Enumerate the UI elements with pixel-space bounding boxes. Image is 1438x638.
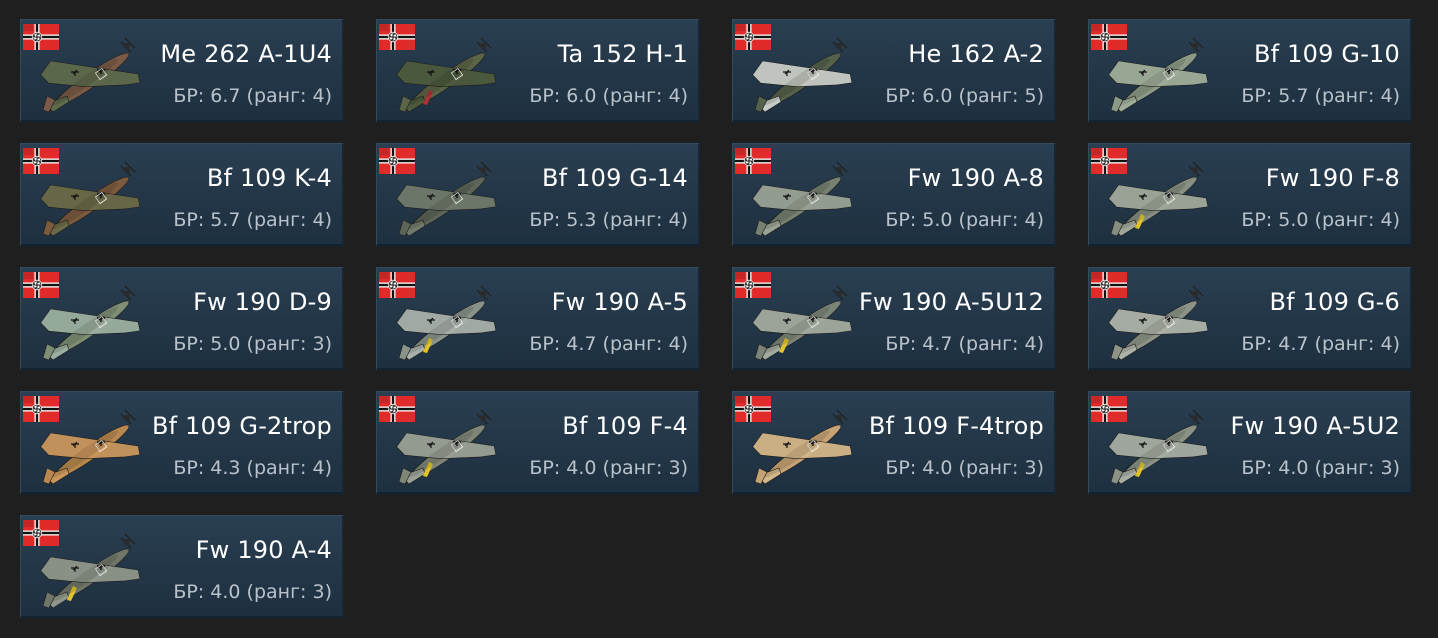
vehicle-name: He 162 A-2	[908, 40, 1044, 68]
vehicle-card[interactable]: Ta 152 H-1 БР: 6.0 (ранг: 4)	[376, 19, 700, 123]
germany-flag-icon	[23, 24, 59, 50]
vehicle-card[interactable]: Fw 190 A-4 БР: 4.0 (ранг: 3)	[20, 515, 344, 619]
vehicle-battle-rating: БР: 4.3 (ранг: 4)	[173, 457, 332, 479]
vehicle-battle-rating: БР: 4.0 (ранг: 3)	[1241, 457, 1400, 479]
vehicle-battle-rating: БР: 4.0 (ранг: 3)	[529, 457, 688, 479]
vehicle-battle-rating: БР: 6.0 (ранг: 5)	[885, 85, 1044, 107]
vehicle-battle-rating: БР: 5.3 (ранг: 4)	[529, 209, 688, 231]
germany-flag-icon	[23, 272, 59, 298]
vehicle-name: Fw 190 A-4	[195, 536, 332, 564]
vehicle-name: Bf 109 G-2trop	[152, 412, 332, 440]
vehicle-card[interactable]: Bf 109 F-4 БР: 4.0 (ранг: 3)	[376, 391, 700, 495]
vehicle-name: Bf 109 F-4trop	[868, 412, 1044, 440]
vehicle-name: Me 262 A-1U4	[160, 40, 332, 68]
vehicle-battle-rating: БР: 6.0 (ранг: 4)	[529, 85, 688, 107]
vehicle-name: Fw 190 F-8	[1265, 164, 1400, 192]
germany-flag-icon	[23, 396, 59, 422]
germany-flag-icon	[23, 148, 59, 174]
vehicle-name: Fw 190 A-5	[551, 288, 688, 316]
vehicle-battle-rating: БР: 5.0 (ранг: 4)	[885, 209, 1044, 231]
vehicle-card[interactable]: Bf 109 G-14 БР: 5.3 (ранг: 4)	[376, 143, 700, 247]
vehicle-battle-rating: БР: 4.7 (ранг: 4)	[885, 333, 1044, 355]
germany-flag-icon	[1091, 396, 1127, 422]
vehicle-card[interactable]: Fw 190 A-5U12 БР: 4.7 (ранг: 4)	[732, 267, 1056, 371]
vehicle-name: Ta 152 H-1	[557, 40, 688, 68]
vehicle-card[interactable]: Fw 190 F-8 БР: 5.0 (ранг: 4)	[1088, 143, 1412, 247]
germany-flag-icon	[735, 24, 771, 50]
germany-flag-icon	[1091, 148, 1127, 174]
vehicle-name: Fw 190 A-5U12	[858, 288, 1044, 316]
vehicle-name: Fw 190 A-5U2	[1230, 412, 1400, 440]
vehicle-card[interactable]: Bf 109 G-2trop БР: 4.3 (ранг: 4)	[20, 391, 344, 495]
vehicle-card[interactable]: Bf 109 G-6 БР: 4.7 (ранг: 4)	[1088, 267, 1412, 371]
germany-flag-icon	[379, 24, 415, 50]
vehicle-card[interactable]: Fw 190 A-5 БР: 4.7 (ранг: 4)	[376, 267, 700, 371]
vehicle-battle-rating: БР: 5.0 (ранг: 3)	[173, 333, 332, 355]
vehicle-name: Fw 190 D-9	[193, 288, 332, 316]
germany-flag-icon	[379, 396, 415, 422]
vehicle-card[interactable]: He 162 A-2 БР: 6.0 (ранг: 5)	[732, 19, 1056, 123]
vehicle-card[interactable]: Bf 109 K-4 БР: 5.7 (ранг: 4)	[20, 143, 344, 247]
vehicle-card[interactable]: Bf 109 G-10 БР: 5.7 (ранг: 4)	[1088, 19, 1412, 123]
germany-flag-icon	[735, 272, 771, 298]
vehicle-grid: Me 262 A-1U4 БР: 6.7 (ранг: 4) Ta 152 H-1…	[0, 0, 1438, 638]
vehicle-card[interactable]: Me 262 A-1U4 БР: 6.7 (ранг: 4)	[20, 19, 344, 123]
vehicle-name: Fw 190 A-8	[907, 164, 1044, 192]
vehicle-battle-rating: БР: 4.0 (ранг: 3)	[173, 581, 332, 603]
vehicle-battle-rating: БР: 4.0 (ранг: 3)	[885, 457, 1044, 479]
germany-flag-icon	[1091, 272, 1127, 298]
vehicle-card[interactable]: Fw 190 A-5U2 БР: 4.0 (ранг: 3)	[1088, 391, 1412, 495]
germany-flag-icon	[735, 396, 771, 422]
vehicle-battle-rating: БР: 5.7 (ранг: 4)	[173, 209, 332, 231]
germany-flag-icon	[23, 520, 59, 546]
vehicle-card[interactable]: Bf 109 F-4trop БР: 4.0 (ранг: 3)	[732, 391, 1056, 495]
vehicle-name: Bf 109 G-14	[542, 164, 688, 192]
vehicle-battle-rating: БР: 6.7 (ранг: 4)	[173, 85, 332, 107]
vehicle-name: Bf 109 G-10	[1254, 40, 1400, 68]
vehicle-name: Bf 109 G-6	[1269, 288, 1400, 316]
germany-flag-icon	[379, 272, 415, 298]
vehicle-battle-rating: БР: 5.7 (ранг: 4)	[1241, 85, 1400, 107]
vehicle-card[interactable]: Fw 190 A-8 БР: 5.0 (ранг: 4)	[732, 143, 1056, 247]
vehicle-battle-rating: БР: 4.7 (ранг: 4)	[529, 333, 688, 355]
germany-flag-icon	[1091, 24, 1127, 50]
vehicle-name: Bf 109 F-4	[562, 412, 688, 440]
vehicle-card[interactable]: Fw 190 D-9 БР: 5.0 (ранг: 3)	[20, 267, 344, 371]
vehicle-name: Bf 109 K-4	[206, 164, 332, 192]
vehicle-battle-rating: БР: 4.7 (ранг: 4)	[1241, 333, 1400, 355]
vehicle-battle-rating: БР: 5.0 (ранг: 4)	[1241, 209, 1400, 231]
germany-flag-icon	[735, 148, 771, 174]
germany-flag-icon	[379, 148, 415, 174]
